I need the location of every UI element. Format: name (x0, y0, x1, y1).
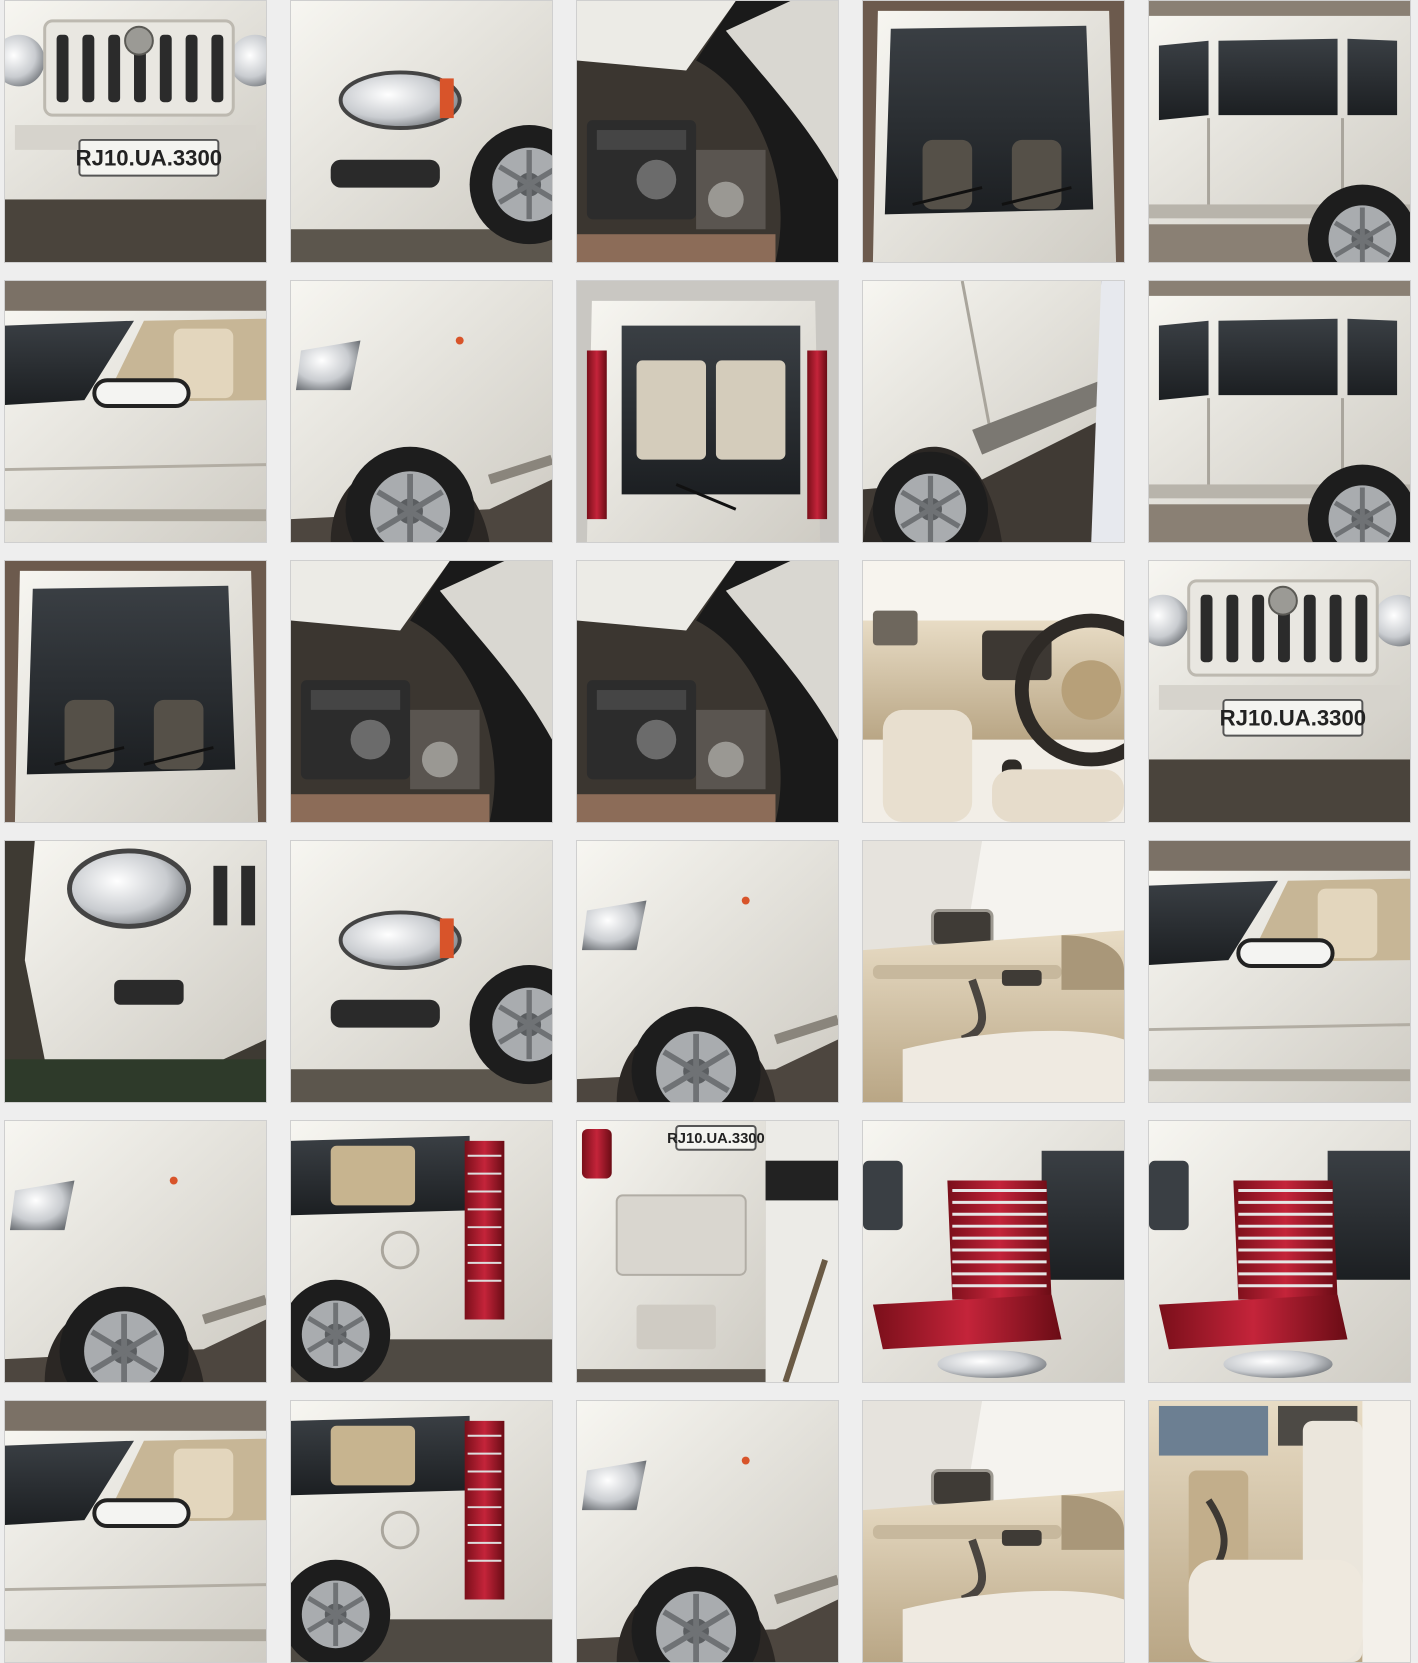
gallery-photo-side-step[interactable] (862, 280, 1125, 543)
photo-gallery: RJ10.UA.3300 RJ10.UA.3300 RJ10.UA.3300 (4, 0, 1411, 1663)
gallery-photo-fender-wheel[interactable] (4, 1120, 267, 1383)
gallery-photo-tail-lamp-side[interactable] (290, 1120, 553, 1383)
license-plate-text: RJ10.UA.3300 (76, 146, 222, 171)
gallery-photo-rear-seat[interactable] (1148, 1400, 1411, 1663)
gallery-photo-windshield[interactable] (4, 560, 267, 823)
gallery-photo-headlight[interactable] (290, 840, 553, 1103)
gallery-photo-rear-bumper[interactable]: RJ10.UA.3300 (576, 1120, 839, 1383)
gallery-photo-headlight-bumper[interactable] (4, 840, 267, 1103)
gallery-photo-side-profile[interactable] (1148, 0, 1411, 263)
gallery-photo-fender-wheel[interactable] (576, 1400, 839, 1663)
gallery-photo-headlight[interactable] (290, 0, 553, 263)
gallery-photo-dashboard[interactable] (862, 560, 1125, 823)
gallery-photo-windshield[interactable] (862, 0, 1125, 263)
gallery-photo-side-profile[interactable] (1148, 280, 1411, 543)
gallery-photo-tail-lamp[interactable] (1148, 1120, 1411, 1383)
gallery-photo-front-grille[interactable]: RJ10.UA.3300 (4, 0, 267, 263)
gallery-photo-tail-lamp-side[interactable] (290, 1400, 553, 1663)
license-plate-text: RJ10.UA.3300 (667, 1131, 765, 1147)
gallery-photo-door-interior[interactable] (862, 1400, 1125, 1663)
gallery-photo-side-mirror[interactable] (4, 280, 267, 543)
gallery-photo-side-mirror[interactable] (1148, 840, 1411, 1103)
gallery-photo-front-grille[interactable]: RJ10.UA.3300 (1148, 560, 1411, 823)
gallery-photo-engine[interactable] (576, 0, 839, 263)
gallery-photo-engine[interactable] (290, 560, 553, 823)
gallery-photo-fender-wheel[interactable] (290, 280, 553, 543)
license-plate-text: RJ10.UA.3300 (1220, 706, 1366, 731)
gallery-photo-tail-lamp[interactable] (862, 1120, 1125, 1383)
gallery-photo-rear-window[interactable] (576, 280, 839, 543)
gallery-photo-engine[interactable] (576, 560, 839, 823)
gallery-photo-side-mirror[interactable] (4, 1400, 267, 1663)
gallery-photo-fender-wheel[interactable] (576, 840, 839, 1103)
gallery-photo-door-interior[interactable] (862, 840, 1125, 1103)
